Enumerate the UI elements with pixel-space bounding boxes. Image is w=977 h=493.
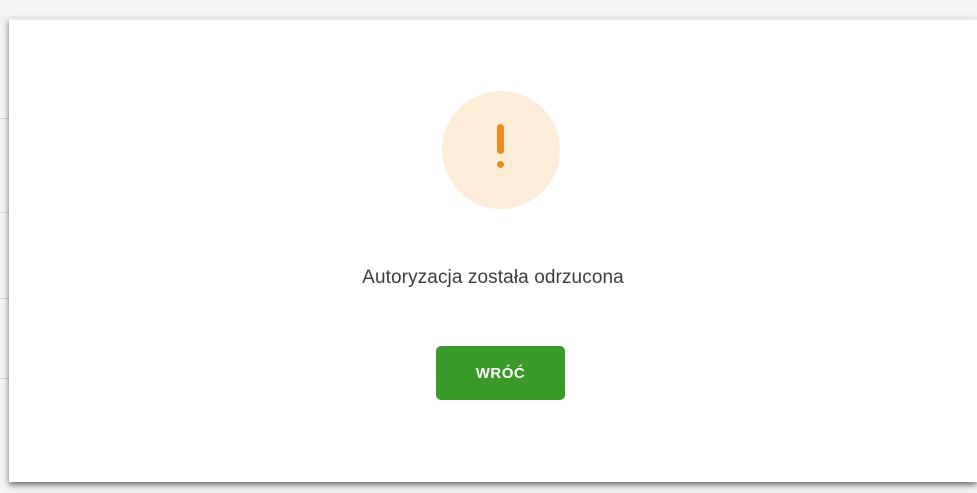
dialog-top-edge — [9, 18, 977, 20]
exclamation-icon — [497, 124, 504, 154]
back-button[interactable]: WRÓĆ — [436, 346, 565, 400]
authorization-rejected-dialog: Autoryzacja została odrzucona WRÓĆ — [9, 18, 977, 482]
warning-icon-circle — [442, 91, 560, 209]
exclamation-dot-icon — [497, 161, 504, 168]
status-message: Autoryzacja została odrzucona — [362, 267, 624, 288]
